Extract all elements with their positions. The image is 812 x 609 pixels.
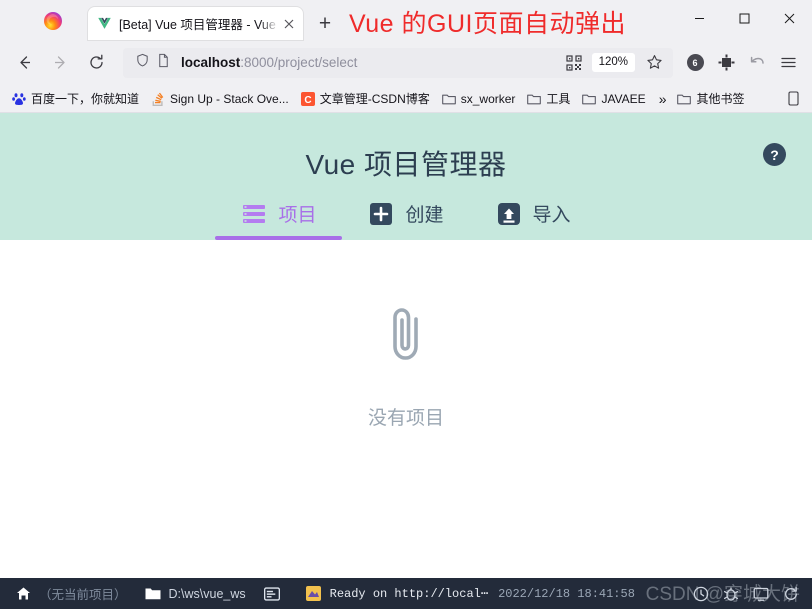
bookmark-label: sx_worker <box>460 91 516 106</box>
current-project-label: （无当前项目） <box>39 588 127 602</box>
csdn-icon: C <box>300 91 315 106</box>
tab-label: 项目 <box>278 205 317 226</box>
window-minimize-button[interactable] <box>677 0 722 36</box>
bookmark-item[interactable]: Sign Up - Stack Ove... <box>146 88 294 110</box>
zoom-level-badge[interactable]: 120% <box>591 53 635 72</box>
mobile-icon <box>786 91 800 106</box>
bookmark-label: 文章管理-CSDN博客 <box>319 92 430 106</box>
bug-icon[interactable] <box>716 578 746 609</box>
bookmark-label: JAVAEE <box>601 91 646 106</box>
tab-close-icon[interactable] <box>281 16 297 32</box>
folder-icon <box>145 586 161 602</box>
tab-strip: [Beta] Vue 项目管理器 - Vue C + <box>88 7 338 40</box>
folder-path-label: D:\ws\vue_ws <box>168 586 246 601</box>
task-timestamp: 2022/12/18 18:41:58 <box>498 586 635 601</box>
url-host: localhost <box>181 55 241 70</box>
status-right-actions <box>686 578 806 609</box>
red-annotation-text: Vue 的GUI页面自动弹出 <box>349 10 626 38</box>
star-icon[interactable] <box>639 48 669 78</box>
address-bar[interactable]: localhost:8000/project/select 120% <box>123 47 673 78</box>
page-tabs: 项目 创建 导入 <box>0 200 812 240</box>
monitor-icon[interactable] <box>746 578 776 609</box>
import-icon <box>496 201 522 227</box>
bookmark-folder-other[interactable]: 其他书签 <box>672 88 749 110</box>
browser-tab-active[interactable]: [Beta] Vue 项目管理器 - Vue C <box>88 7 303 40</box>
tab-projects[interactable]: 项目 <box>215 200 343 240</box>
tab-create[interactable]: 创建 <box>342 200 469 240</box>
forward-arrow-icon[interactable] <box>45 48 75 78</box>
url-path: :8000/project/select <box>240 55 358 70</box>
bookmark-folder[interactable]: JAVAEE <box>577 88 650 110</box>
page-content: Vue 项目管理器 ? 项目 创建 导入 没有项目 <box>0 113 812 578</box>
empty-state: 没有项目 <box>0 240 812 430</box>
plus-square-icon <box>368 201 394 227</box>
bookmark-label: 百度一下，你就知道 <box>31 92 140 106</box>
bookmark-label: 工具 <box>546 92 571 106</box>
status-task[interactable]: Ready on http://local⋯ 2022/12/18 18:41:… <box>297 578 644 609</box>
firefox-logo-icon <box>43 11 63 31</box>
help-icon[interactable]: ? <box>763 143 786 166</box>
bookmarks-bar: 百度一下，你就知道 Sign Up - Stack Ove... C 文章管理-… <box>0 85 812 113</box>
list-icon <box>241 201 267 227</box>
browser-titlebar: [Beta] Vue 项目管理器 - Vue C + Vue 的GUI页面自动弹… <box>0 0 812 40</box>
browser-navbar: localhost:8000/project/select 120% 6 <box>0 40 812 85</box>
bookmark-folder[interactable]: sx_worker <box>437 88 521 110</box>
qr-code-icon[interactable] <box>559 48 589 78</box>
tab-title: [Beta] Vue 项目管理器 - Vue C <box>119 18 279 32</box>
status-bar: （无当前项目） D:\ws\vue_ws Ready on http://loc… <box>0 578 812 609</box>
stackoverflow-icon <box>151 92 165 106</box>
page-icon[interactable] <box>156 53 171 73</box>
home-icon <box>15 586 31 602</box>
task-message: Ready on http://local⋯ <box>329 587 489 601</box>
clock-icon[interactable] <box>686 578 716 609</box>
new-tab-button[interactable]: + <box>312 10 338 36</box>
tab-label: 创建 <box>405 205 444 226</box>
folder-icon <box>677 92 692 106</box>
crop-icon[interactable] <box>711 48 741 78</box>
shield-icon[interactable] <box>135 53 150 73</box>
extension-badge[interactable]: 6 <box>680 48 710 78</box>
extension-count: 6 <box>686 54 704 71</box>
undo-arrow-icon[interactable] <box>742 48 772 78</box>
tab-import[interactable]: 导入 <box>470 200 597 240</box>
back-arrow-icon[interactable] <box>9 48 39 78</box>
task-icon <box>306 586 322 602</box>
svg-text:C: C <box>304 95 311 106</box>
refresh-icon[interactable] <box>776 578 806 609</box>
bookmark-folder[interactable]: 工具 <box>522 88 575 110</box>
folder-icon <box>527 92 542 106</box>
bookmark-item[interactable]: C 文章管理-CSDN博客 <box>296 88 435 110</box>
status-folder-path[interactable]: D:\ws\vue_ws <box>136 578 255 609</box>
reload-icon[interactable] <box>81 48 111 78</box>
bookmark-item[interactable]: 百度一下，你就知道 <box>7 88 144 110</box>
vue-logo-icon <box>97 16 112 31</box>
bookmark-label: Sign Up - Stack Ove... <box>170 91 289 106</box>
page-hero-header: Vue 项目管理器 ? 项目 创建 导入 <box>0 113 812 240</box>
status-current-project[interactable]: （无当前项目） <box>6 578 136 609</box>
folder-icon <box>582 92 597 106</box>
paperclip-icon <box>375 303 437 365</box>
hamburger-menu-icon[interactable] <box>773 48 803 78</box>
folder-icon <box>441 92 456 106</box>
window-maximize-button[interactable] <box>722 0 767 36</box>
url-display[interactable]: localhost:8000/project/select <box>181 55 558 70</box>
tab-label: 导入 <box>532 205 571 226</box>
page-title: Vue 项目管理器 <box>305 149 507 180</box>
status-terminal[interactable] <box>255 578 297 609</box>
bookmark-label: 其他书签 <box>696 92 745 106</box>
window-controls <box>677 0 812 36</box>
window-close-button[interactable] <box>767 0 812 36</box>
empty-state-text: 没有项目 <box>367 408 444 429</box>
browser-window: [Beta] Vue 项目管理器 - Vue C + Vue 的GUI页面自动弹… <box>0 0 812 609</box>
bookmarks-overflow-button[interactable]: » <box>653 91 673 107</box>
baidu-icon <box>12 92 26 106</box>
mobile-bookmarks-button[interactable] <box>786 91 805 106</box>
terminal-icon <box>263 586 280 602</box>
